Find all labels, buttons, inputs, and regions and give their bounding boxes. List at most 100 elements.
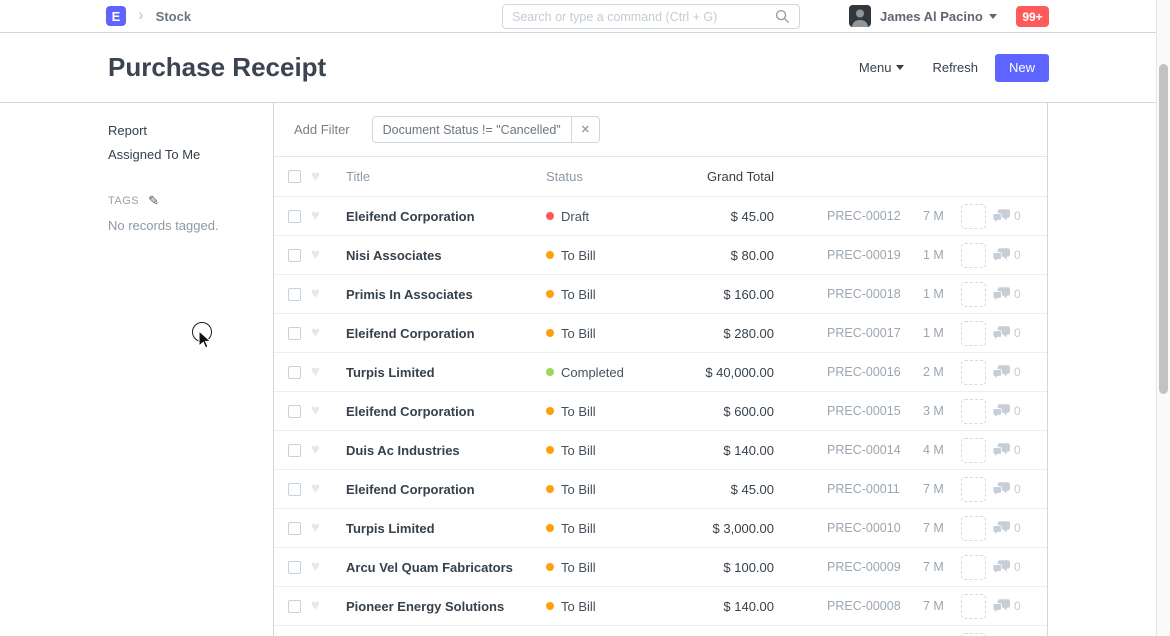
table-row[interactable]: ♥: [274, 626, 1047, 636]
row-checkbox[interactable]: [288, 483, 301, 496]
table-row[interactable]: ♥ Eleifend Corporation To Bill $ 45.00 P…: [274, 470, 1047, 509]
menu-button[interactable]: Menu: [859, 60, 905, 75]
row-checkbox[interactable]: [288, 444, 301, 457]
table-row[interactable]: ♥ Eleifend Corporation To Bill $ 600.00 …: [274, 392, 1047, 431]
assignee-placeholder[interactable]: [961, 633, 986, 636]
heart-icon[interactable]: ♥: [311, 443, 327, 457]
comment-icon: [993, 404, 1010, 419]
row-document-id[interactable]: PREC-00009: [827, 560, 907, 574]
row-title[interactable]: Turpis Limited: [346, 521, 546, 536]
row-title[interactable]: Arcu Vel Quam Fabricators: [346, 560, 546, 575]
sidebar-item-report[interactable]: Report: [108, 123, 253, 139]
page-actions: Menu Refresh New: [859, 54, 1170, 82]
row-checkbox[interactable]: [288, 288, 301, 301]
row-checkbox[interactable]: [288, 366, 301, 379]
row-checkbox[interactable]: [288, 561, 301, 574]
row-title[interactable]: Eleifend Corporation: [346, 482, 546, 497]
filter-area: Add Filter Document Status != "Cancelled…: [274, 103, 1047, 157]
heart-icon[interactable]: ♥: [311, 365, 327, 379]
row-modified-age: 1 M: [923, 248, 953, 262]
table-row[interactable]: ♥ Duis Ac Industries To Bill $ 140.00 PR…: [274, 431, 1047, 470]
row-title[interactable]: Eleifend Corporation: [346, 404, 546, 419]
notification-badge[interactable]: 99+: [1016, 6, 1049, 27]
app-logo[interactable]: E: [106, 6, 126, 26]
assignee-placeholder[interactable]: [961, 243, 986, 268]
new-button[interactable]: New: [995, 54, 1049, 82]
row-checkbox[interactable]: [288, 327, 301, 340]
row-title[interactable]: Duis Ac Industries: [346, 443, 546, 458]
heart-icon[interactable]: ♥: [311, 209, 327, 223]
row-title[interactable]: Primis In Associates: [346, 287, 546, 302]
filter-chip-label[interactable]: Document Status != "Cancelled": [373, 117, 571, 142]
assignee-placeholder[interactable]: [961, 594, 986, 619]
row-title[interactable]: Eleifend Corporation: [346, 326, 546, 341]
heart-icon[interactable]: ♥: [311, 404, 327, 418]
table-row[interactable]: ♥ Eleifend Corporation To Bill $ 280.00 …: [274, 314, 1047, 353]
row-title[interactable]: Eleifend Corporation: [346, 209, 546, 224]
assignee-placeholder[interactable]: [961, 399, 986, 424]
assignee-placeholder[interactable]: [961, 477, 986, 502]
assignee-placeholder[interactable]: [961, 282, 986, 307]
row-grand-total: $ 600.00: [656, 404, 774, 419]
assignee-placeholder[interactable]: [961, 321, 986, 346]
row-checkbox[interactable]: [288, 210, 301, 223]
assignee-placeholder[interactable]: [961, 204, 986, 229]
table-row[interactable]: ♥ Nisi Associates To Bill $ 80.00 PREC-0…: [274, 236, 1047, 275]
row-document-id[interactable]: PREC-00018: [827, 287, 907, 301]
scrollbar-thumb[interactable]: [1159, 64, 1168, 394]
heart-icon[interactable]: ♥: [311, 326, 327, 340]
select-all-checkbox[interactable]: [288, 170, 301, 183]
row-document-id[interactable]: PREC-00017: [827, 326, 907, 340]
row-modified-age: 3 M: [923, 404, 953, 418]
remove-filter-icon[interactable]: ✕: [571, 117, 599, 142]
table-row[interactable]: ♥ Primis In Associates To Bill $ 160.00 …: [274, 275, 1047, 314]
table-row[interactable]: ♥ Turpis Limited To Bill $ 3,000.00 PREC…: [274, 509, 1047, 548]
table-row[interactable]: ♥ Eleifend Corporation Draft $ 45.00 PRE…: [274, 197, 1047, 236]
row-checkbox[interactable]: [288, 522, 301, 535]
avatar: [849, 5, 871, 27]
user-menu[interactable]: James Al Pacino: [849, 5, 997, 27]
comment-count-value: 0: [1014, 248, 1021, 262]
row-document-id[interactable]: PREC-00012: [827, 209, 907, 223]
table-row[interactable]: ♥ Turpis Limited Completed $ 40,000.00 P…: [274, 353, 1047, 392]
assignee-placeholder[interactable]: [961, 438, 986, 463]
heart-icon[interactable]: ♥: [311, 482, 327, 496]
row-grand-total: $ 280.00: [656, 326, 774, 341]
row-checkbox[interactable]: [288, 249, 301, 262]
status-label: To Bill: [561, 443, 596, 458]
breadcrumb[interactable]: Stock: [156, 9, 191, 24]
refresh-button[interactable]: Refresh: [932, 60, 978, 75]
row-document-id[interactable]: PREC-00011: [827, 482, 907, 496]
heart-icon[interactable]: ♥: [311, 560, 327, 574]
assignee-placeholder[interactable]: [961, 360, 986, 385]
row-title[interactable]: Pioneer Energy Solutions: [346, 599, 546, 614]
global-search[interactable]: [502, 4, 800, 29]
row-document-id[interactable]: PREC-00010: [827, 521, 907, 535]
heart-icon[interactable]: ♥: [311, 170, 327, 184]
heart-icon[interactable]: ♥: [311, 521, 327, 535]
comment-count: 0: [993, 482, 1021, 497]
add-filter-button[interactable]: Add Filter: [294, 122, 350, 137]
vertical-scrollbar[interactable]: [1156, 0, 1170, 636]
assignee-placeholder[interactable]: [961, 555, 986, 580]
row-title[interactable]: Nisi Associates: [346, 248, 546, 263]
row-checkbox[interactable]: [288, 405, 301, 418]
heart-icon[interactable]: ♥: [311, 248, 327, 262]
heart-icon[interactable]: ♥: [311, 287, 327, 301]
table-row[interactable]: ♥ Pioneer Energy Solutions To Bill $ 140…: [274, 587, 1047, 626]
assignee-placeholder[interactable]: [961, 516, 986, 541]
row-checkbox[interactable]: [288, 600, 301, 613]
table-row[interactable]: ♥ Arcu Vel Quam Fabricators To Bill $ 10…: [274, 548, 1047, 587]
row-title[interactable]: Turpis Limited: [346, 365, 546, 380]
row-status: To Bill: [546, 521, 656, 536]
row-document-id[interactable]: PREC-00008: [827, 599, 907, 613]
row-document-id[interactable]: PREC-00016: [827, 365, 907, 379]
row-document-id[interactable]: PREC-00014: [827, 443, 907, 457]
search-input[interactable]: [512, 10, 775, 24]
filter-chip[interactable]: Document Status != "Cancelled" ✕: [372, 116, 600, 143]
row-document-id[interactable]: PREC-00019: [827, 248, 907, 262]
heart-icon[interactable]: ♥: [311, 599, 327, 613]
edit-tags-icon[interactable]: ✎: [148, 193, 159, 209]
row-document-id[interactable]: PREC-00015: [827, 404, 907, 418]
sidebar-item-assigned-to-me[interactable]: Assigned To Me: [108, 147, 253, 163]
